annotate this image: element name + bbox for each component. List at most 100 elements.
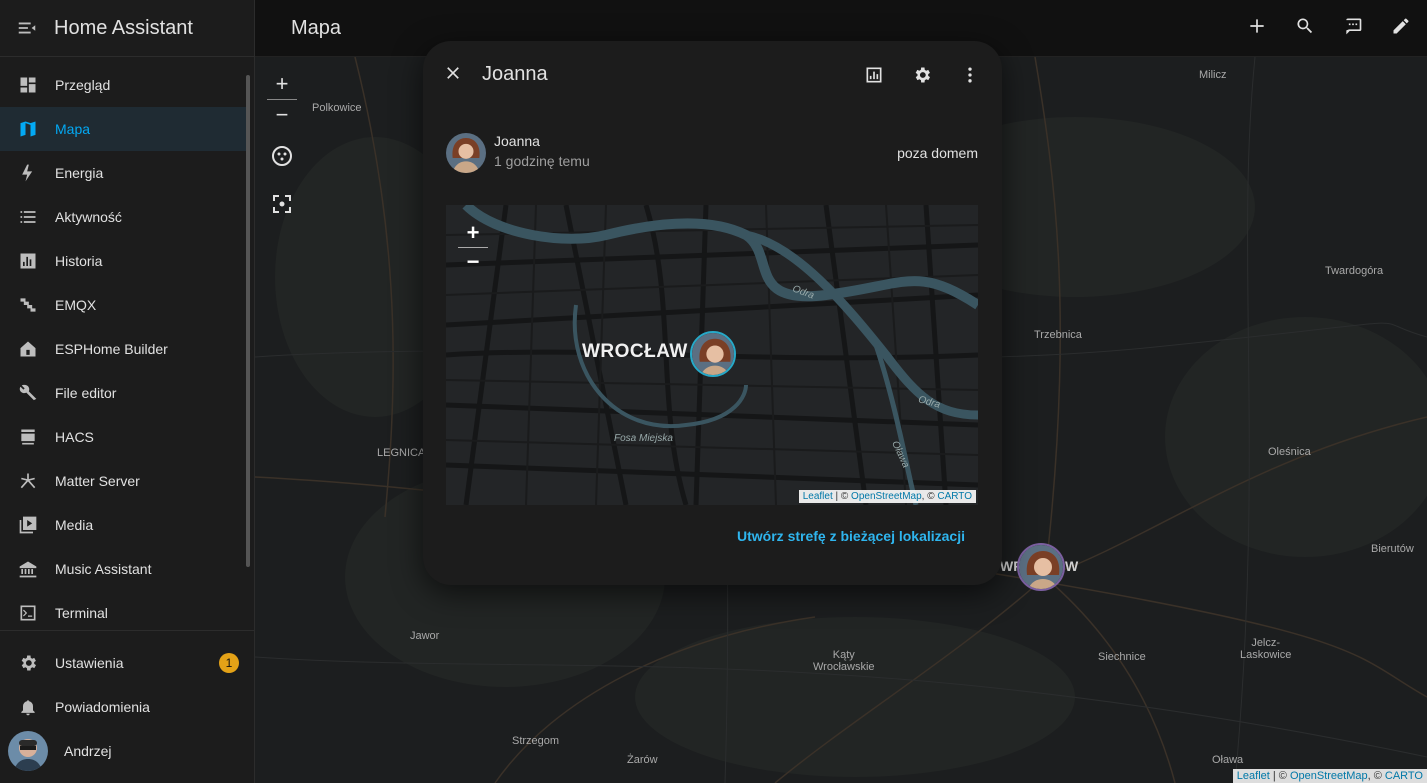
sidebar-item-settings[interactable]: Ustawienia 1 (0, 641, 255, 685)
gear-icon[interactable] (910, 63, 934, 87)
map-label: Bierutów (1371, 543, 1414, 555)
media-icon (16, 513, 40, 537)
map-label: W (1065, 558, 1079, 574)
dashboard-icon (16, 73, 40, 97)
sidebar-item-media[interactable]: Media (0, 503, 248, 547)
sidebar-item-file-editor[interactable]: File editor (0, 371, 248, 415)
dialog-header: Joanna (423, 41, 1002, 109)
map-label: Jelcz- Laskowice (1240, 637, 1292, 661)
sidebar-item-map[interactable]: Mapa (0, 107, 248, 151)
map-label: Jawor (410, 630, 440, 642)
menu-collapse-icon[interactable] (16, 17, 38, 39)
sidebar-item-overview[interactable]: Przegląd (0, 63, 248, 107)
sidebar-item-terminal[interactable]: Terminal (0, 591, 248, 635)
map-attribution: Leaflet | © OpenStreetMap, © CARTO (1232, 769, 1427, 783)
esphome-icon (16, 337, 40, 361)
leaflet-link[interactable]: Leaflet (803, 491, 833, 502)
map-label: Trzebnica (1034, 329, 1082, 341)
sidebar-list: Przegląd Mapa Energia Aktywność Historia… (0, 63, 248, 635)
map-label: Siechnice (1098, 651, 1146, 663)
zoom-out-button[interactable]: − (267, 100, 297, 130)
assist-icon[interactable] (1341, 14, 1365, 38)
dialog-title: Joanna (482, 63, 548, 85)
zoom-in-button[interactable]: + (458, 219, 488, 247)
sidebar-item-label: Historia (55, 253, 103, 269)
zoom-out-button[interactable]: − (458, 248, 488, 276)
sidebar-item-label: Music Assistant (55, 561, 152, 577)
osm-link[interactable]: OpenStreetMap (1290, 770, 1368, 782)
carto-link[interactable]: CARTO (937, 491, 972, 502)
sidebar-item-label: HACS (55, 429, 94, 445)
sidebar-item-label: EMQX (55, 297, 97, 313)
focus-icon[interactable] (270, 192, 294, 216)
sidebar-item-history[interactable]: Historia (0, 239, 248, 283)
person-marker-joanna[interactable] (690, 331, 736, 377)
sidebar-item-label: Powiadomienia (55, 699, 150, 715)
terminal-icon (16, 601, 40, 625)
matter-icon (16, 469, 40, 493)
sidebar-item-label: Aktywność (55, 209, 122, 225)
sidebar-item-esphome[interactable]: ESPHome Builder (0, 327, 248, 371)
map-label: Żarów (627, 754, 658, 766)
user-name: Andrzej (64, 743, 112, 759)
more-vertical-icon[interactable] (958, 63, 982, 87)
sidebar-divider (0, 630, 255, 631)
bell-icon (16, 695, 40, 719)
pencil-icon[interactable] (1389, 14, 1413, 38)
history-chart-icon[interactable] (862, 63, 886, 87)
sidebar-item-energy[interactable]: Energia (0, 151, 248, 195)
carto-link[interactable]: CARTO (1385, 770, 1423, 782)
lightning-icon (16, 161, 40, 185)
osm-link[interactable]: OpenStreetMap (851, 491, 922, 502)
sidebar-item-label: File editor (55, 385, 117, 401)
sidebar-item-hacs[interactable]: HACS (0, 415, 248, 459)
map-label: Twardogóra (1325, 265, 1384, 277)
sidebar-item-label: Ustawienia (55, 655, 124, 671)
entity-dialog: Joanna Joanna 1 godzinę temu poza domem (423, 41, 1002, 585)
entity-row: Joanna 1 godzinę temu poza domem (446, 131, 978, 175)
map-label: Polkowice (312, 102, 362, 114)
close-icon[interactable] (443, 63, 467, 87)
dialog-map[interactable]: + − Odra Odra Oława Fosa Miejska WROCŁAW… (446, 205, 978, 505)
entity-name: Joanna (494, 133, 540, 149)
create-zone-button[interactable]: Utwórz strefę z bieżącej lokalizacji (737, 528, 965, 544)
list-icon (16, 205, 40, 229)
add-icon[interactable] (1245, 14, 1269, 38)
app-title: Home Assistant (54, 16, 193, 39)
sidebar-item-label: Mapa (55, 121, 91, 137)
sidebar-scrollbar[interactable] (246, 75, 250, 567)
map-label: Kąty Wrocławskie (813, 649, 875, 673)
map-label: Oława (1212, 754, 1244, 766)
sidebar-item-music-assistant[interactable]: Music Assistant (0, 547, 248, 591)
person-marker-joanna[interactable] (1017, 543, 1065, 591)
map-zoom-control: + − (267, 69, 297, 130)
city-label: WROCŁAW (582, 341, 688, 362)
entity-last-changed: 1 godzinę temu (494, 153, 590, 169)
map-dots-icon[interactable] (270, 144, 294, 168)
zoom-in-button[interactable]: + (267, 69, 297, 99)
top-bar-actions (1245, 14, 1413, 38)
attribution-separator: , © (921, 491, 938, 502)
sidebar-item-label: Matter Server (55, 473, 140, 489)
dialog-map-attribution: Leaflet | © OpenStreetMap, © CARTO (798, 490, 976, 503)
search-icon[interactable] (1293, 14, 1317, 38)
attribution-separator: | © (832, 491, 852, 502)
leaflet-link[interactable]: Leaflet (1237, 770, 1270, 782)
sidebar-item-label: Media (55, 517, 94, 533)
sidebar-item-label: ESPHome Builder (55, 341, 168, 357)
sidebar-item-label: Przegląd (55, 77, 111, 93)
page-title: Mapa (291, 16, 342, 39)
attribution-separator: , © (1367, 770, 1385, 782)
map-label: Strzegom (512, 735, 560, 747)
avatar (8, 731, 48, 771)
dialog-map-zoom-control: + − (458, 219, 488, 276)
river-label: Fosa Miejska (614, 433, 673, 444)
sidebar-bottom: Ustawienia 1 Powiadomienia Andrzej (0, 641, 255, 773)
sidebar-item-activity[interactable]: Aktywność (0, 195, 248, 239)
sidebar-item-notifications[interactable]: Powiadomienia (0, 685, 255, 729)
sidebar-item-matter[interactable]: Matter Server (0, 459, 248, 503)
app-root: Home Assistant Przegląd Mapa Energia Akt… (0, 0, 1427, 783)
sidebar-item-emqx[interactable]: EMQX (0, 283, 248, 327)
hacs-icon (16, 425, 40, 449)
sidebar-item-user[interactable]: Andrzej (0, 729, 255, 773)
